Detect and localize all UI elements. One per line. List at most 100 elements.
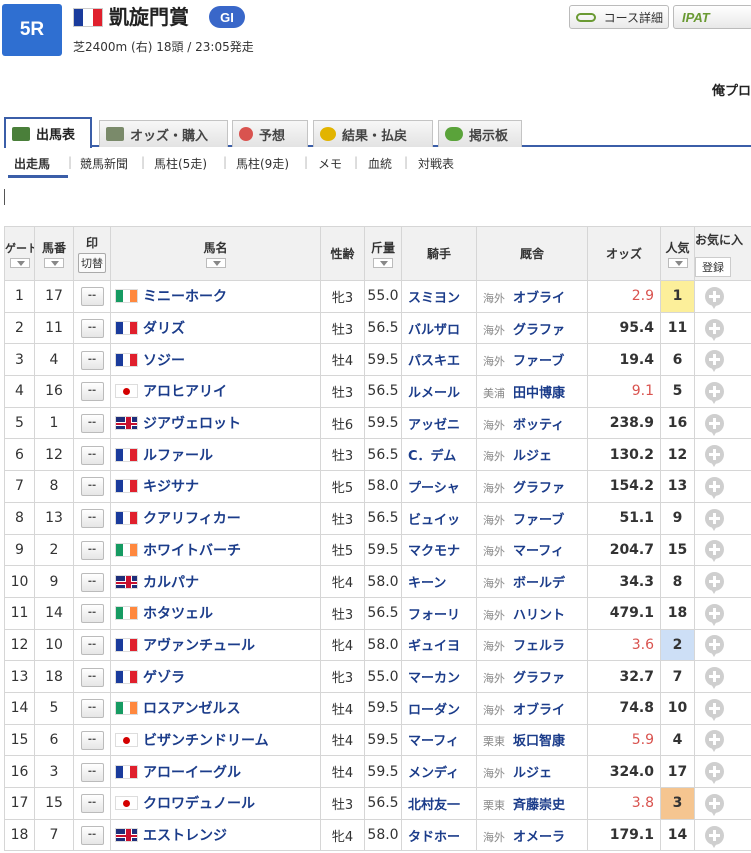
trainer-link[interactable]: ボッティ — [513, 418, 564, 433]
tab-result[interactable]: 結果・払戻 — [313, 120, 433, 147]
favorite-add-icon[interactable] — [705, 667, 724, 690]
jockey-link[interactable]: タドホー — [401, 818, 477, 852]
trainer-link[interactable]: オブライ — [513, 703, 565, 718]
trainer-link[interactable]: ルジェ — [513, 766, 552, 781]
horse-name-link[interactable]: アロヒアリイ — [143, 384, 227, 400]
trainer-link[interactable]: ファーブ — [513, 354, 564, 369]
mark-select[interactable]: -- — [80, 699, 104, 719]
favorite-add-icon[interactable] — [705, 825, 724, 848]
horse-name-link[interactable]: クロワデュノール — [143, 796, 255, 812]
favorite-add-icon[interactable] — [705, 476, 724, 499]
favorite-add-icon[interactable] — [705, 540, 724, 563]
mark-select[interactable]: -- — [80, 667, 104, 687]
favorite-add-icon[interactable] — [705, 508, 724, 531]
horse-name-link[interactable]: ジアヴェロット — [143, 416, 241, 432]
trainer-link[interactable]: オメーラ — [513, 830, 565, 845]
favorite-add-icon[interactable] — [705, 762, 724, 785]
trainer-link[interactable]: 坂口智康 — [513, 734, 565, 749]
header-horse-no[interactable]: 馬番 — [34, 226, 74, 281]
tab-shutuba[interactable]: 出馬表 — [4, 117, 92, 148]
jockey-link[interactable]: マーカン — [401, 660, 477, 693]
jockey-link[interactable]: ルメール — [401, 375, 477, 408]
trainer-link[interactable]: マーフィ — [513, 544, 564, 559]
trainer-link[interactable]: ハリント — [513, 608, 565, 623]
mark-select[interactable]: -- — [80, 572, 104, 592]
mark-select[interactable]: -- — [80, 762, 104, 782]
jockey-link[interactable]: メンディ — [401, 755, 477, 788]
jockey-link[interactable]: 北村友一 — [401, 787, 477, 820]
horse-name-link[interactable]: ミニーホーク — [143, 289, 227, 305]
mark-select[interactable]: -- — [80, 319, 104, 339]
header-horse-name[interactable]: 馬名 — [110, 226, 321, 281]
horse-name-link[interactable]: ダリズ — [143, 321, 185, 337]
horse-name-link[interactable]: エストレンジ — [143, 828, 227, 844]
jockey-link[interactable]: スミヨン — [401, 280, 477, 313]
mark-select[interactable]: -- — [80, 540, 104, 560]
horse-name-link[interactable]: ソジー — [143, 353, 185, 369]
mark-toggle-button[interactable]: 切替 — [78, 253, 106, 273]
jockey-link[interactable]: C．デム — [401, 438, 477, 472]
trainer-link[interactable]: ボールデ — [513, 576, 565, 591]
mark-select[interactable]: -- — [80, 382, 104, 402]
ipat-button[interactable]: IPAT — [673, 5, 751, 29]
horse-name-link[interactable]: カルパナ — [143, 575, 199, 591]
favorite-add-icon[interactable] — [705, 413, 724, 436]
favorite-add-icon[interactable] — [705, 381, 724, 404]
trainer-link[interactable]: グラファ — [513, 481, 565, 496]
horse-name-link[interactable]: アローイーグル — [143, 765, 241, 781]
tab-yoso[interactable]: 予想 — [232, 120, 308, 147]
jockey-link[interactable]: マーフィ — [401, 723, 477, 757]
mark-select[interactable]: -- — [80, 414, 104, 434]
jockey-link[interactable]: パスキエ — [401, 343, 477, 377]
jockey-link[interactable]: マクモナ — [401, 533, 477, 567]
trainer-link[interactable]: オブライ — [513, 291, 565, 306]
jockey-link[interactable]: フォーリ — [401, 596, 477, 630]
horse-name-link[interactable]: アヴァンチュール — [143, 638, 255, 654]
mark-select[interactable]: -- — [80, 445, 104, 465]
horse-name-link[interactable]: クアリフィカー — [143, 511, 241, 527]
tab-odds[interactable]: オッズ・購入 — [99, 120, 228, 147]
jockey-link[interactable]: ギュイヨ — [401, 628, 477, 662]
ore-pro-link[interactable]: 俺プロ — [712, 80, 751, 99]
register-button[interactable]: 登録 — [695, 257, 731, 277]
favorite-add-icon[interactable] — [705, 350, 724, 373]
trainer-link[interactable]: ルジェ — [513, 449, 552, 464]
subnav-shusso[interactable]: 出走馬 — [14, 155, 50, 172]
mark-select[interactable]: -- — [80, 509, 104, 529]
mark-select[interactable]: -- — [80, 826, 104, 846]
favorite-add-icon[interactable] — [705, 572, 724, 595]
jockey-link[interactable]: ビュイッ — [401, 501, 477, 535]
favorite-add-icon[interactable] — [705, 698, 724, 721]
favorite-add-icon[interactable] — [705, 793, 724, 816]
favorite-add-icon[interactable] — [705, 603, 724, 626]
favorite-add-icon[interactable] — [705, 635, 724, 658]
horse-name-link[interactable]: ゲゾラ — [143, 670, 185, 686]
trainer-link[interactable]: ファーブ — [513, 513, 564, 528]
header-popularity[interactable]: 人気 — [660, 226, 695, 281]
header-weight[interactable]: 斤量 — [364, 226, 402, 281]
mark-select[interactable]: -- — [80, 350, 104, 370]
trainer-link[interactable]: グラファ — [513, 671, 565, 686]
horse-name-link[interactable]: ホタツェル — [143, 606, 213, 622]
subnav-memo[interactable]: メモ — [318, 155, 342, 172]
trainer-link[interactable]: フェルラ — [513, 639, 565, 654]
mark-select[interactable]: -- — [80, 730, 104, 750]
course-detail-button[interactable]: コース詳細 — [569, 5, 669, 29]
trainer-link[interactable]: グラファ — [513, 323, 565, 338]
trainer-link[interactable]: 斉藤崇史 — [513, 798, 565, 813]
jockey-link[interactable]: キーン — [401, 565, 477, 598]
subnav-umabashira5[interactable]: 馬柱(5走) — [154, 155, 207, 172]
favorite-add-icon[interactable] — [705, 286, 724, 309]
subnav-taisen[interactable]: 対戦表 — [418, 155, 454, 172]
mark-select[interactable]: -- — [80, 287, 104, 307]
subnav-umabashira9[interactable]: 馬柱(9走) — [236, 155, 289, 172]
mark-select[interactable]: -- — [80, 794, 104, 814]
tab-board[interactable]: 掲示板 — [438, 120, 522, 147]
jockey-link[interactable]: アッゼニ — [401, 406, 477, 440]
jockey-link[interactable]: プーシャ — [401, 470, 477, 503]
favorite-add-icon[interactable] — [705, 318, 724, 341]
horse-name-link[interactable]: ルファール — [143, 448, 213, 464]
subnav-shinbun[interactable]: 競馬新聞 — [80, 155, 128, 172]
header-gate[interactable]: ゲート — [4, 226, 35, 281]
mark-select[interactable]: -- — [80, 604, 104, 624]
